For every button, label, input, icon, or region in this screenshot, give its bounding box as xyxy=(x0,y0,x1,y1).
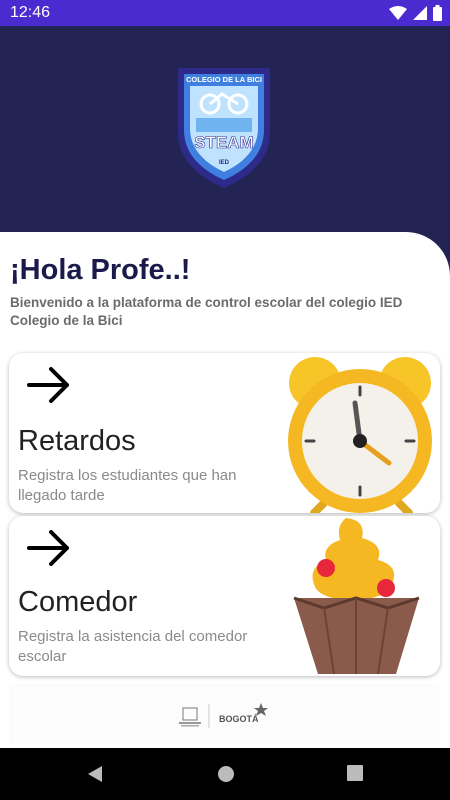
retardos-description: Registra los estudiantes que han llegado… xyxy=(18,467,237,504)
retardos-title: Retardos xyxy=(18,425,136,457)
arrow-right-icon xyxy=(27,367,69,403)
cupcake-image xyxy=(293,518,420,675)
recents-icon[interactable] xyxy=(346,764,364,782)
wifi-icon xyxy=(389,6,407,20)
comedor-card[interactable]: Comedor Registra la asistencia del comed… xyxy=(9,516,440,676)
battery-icon xyxy=(433,5,442,21)
logo-text-bottom: IED xyxy=(219,160,230,166)
footer-logos: BOGOTÁ xyxy=(179,703,268,728)
status-icons xyxy=(389,5,442,21)
logo-text-mid: STEAM xyxy=(194,133,254,152)
home-icon[interactable] xyxy=(216,764,236,784)
status-bar: 12:46 xyxy=(0,0,450,26)
alarm-clock-image xyxy=(288,357,432,513)
back-icon[interactable] xyxy=(86,764,104,784)
alcaldia-seal-logo xyxy=(179,707,201,727)
retardos-card[interactable]: Retardos Registra los estudiantes que ha… xyxy=(9,353,440,513)
status-time: 12:46 xyxy=(10,4,51,21)
signal-icon xyxy=(413,6,427,20)
comedor-title: Comedor xyxy=(18,586,138,618)
greeting-title: ¡Hola Profe..! xyxy=(10,254,191,286)
bogota-logo: BOGOTÁ xyxy=(219,703,268,724)
logo-text-top: COLEGIO DE LA BICI xyxy=(186,75,262,84)
welcome-message: Bienvenido a la plataforma de control es… xyxy=(10,295,403,328)
school-shield-logo: COLEGIO DE LA BICI STEAM IED xyxy=(178,68,270,188)
navigation-bar xyxy=(0,748,450,800)
footer-logo-text: BOGOTÁ xyxy=(219,714,259,724)
comedor-description: Registra la asistencia del comedor escol… xyxy=(18,628,248,665)
arrow-right-icon xyxy=(27,530,69,566)
